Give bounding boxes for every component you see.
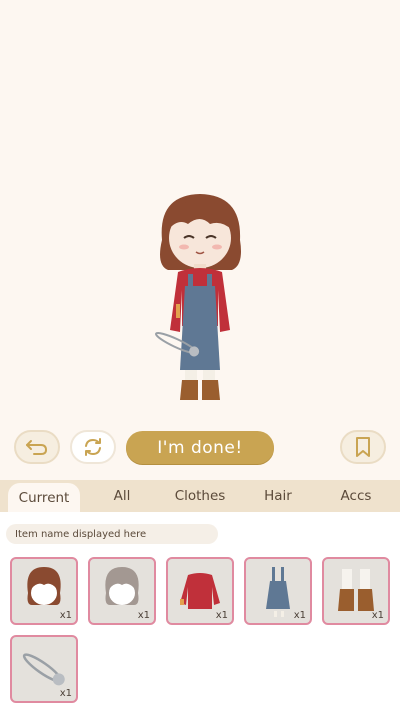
tab-current[interactable]: Current <box>8 483 80 512</box>
item-panel: Item name displayed here x1 x1 x1 x1 x1 … <box>0 512 400 711</box>
undo-arrow-icon <box>26 440 48 455</box>
item-gray-bob-hair[interactable]: x1 <box>88 557 156 625</box>
undo-button[interactable] <box>14 430 60 464</box>
refresh-cycle-icon <box>85 438 101 456</box>
tab-all[interactable]: All <box>96 480 148 512</box>
category-tabs: Current All Clothes Hair Accs <box>0 480 400 512</box>
item-quantity: x1 <box>371 610 384 621</box>
tab-clothes[interactable]: Clothes <box>166 480 234 512</box>
item-red-sweater[interactable]: x1 <box>166 557 234 625</box>
controls-bar: I'm done! <box>0 430 400 468</box>
item-quantity: x1 <box>59 688 72 699</box>
item-quantity: x1 <box>215 610 228 621</box>
tab-hair[interactable]: Hair <box>252 480 304 512</box>
item-name-display: Item name displayed here <box>6 524 218 544</box>
item-safety-pin[interactable]: x1 <box>10 635 78 703</box>
item-brown-bob-hair[interactable]: x1 <box>10 557 78 625</box>
item-quantity: x1 <box>293 610 306 621</box>
bookmark-icon <box>356 437 370 457</box>
done-button[interactable]: I'm done! <box>126 431 274 464</box>
bookmark-button[interactable] <box>340 430 386 464</box>
item-quantity: x1 <box>59 610 72 621</box>
avatar-character <box>155 194 241 400</box>
shuffle-button[interactable] <box>70 430 116 464</box>
tab-accs[interactable]: Accs <box>330 480 382 512</box>
item-quantity: x1 <box>137 610 150 621</box>
item-denim-overalls[interactable]: x1 <box>244 557 312 625</box>
item-brown-boots[interactable]: x1 <box>322 557 390 625</box>
avatar-stage <box>0 0 400 478</box>
